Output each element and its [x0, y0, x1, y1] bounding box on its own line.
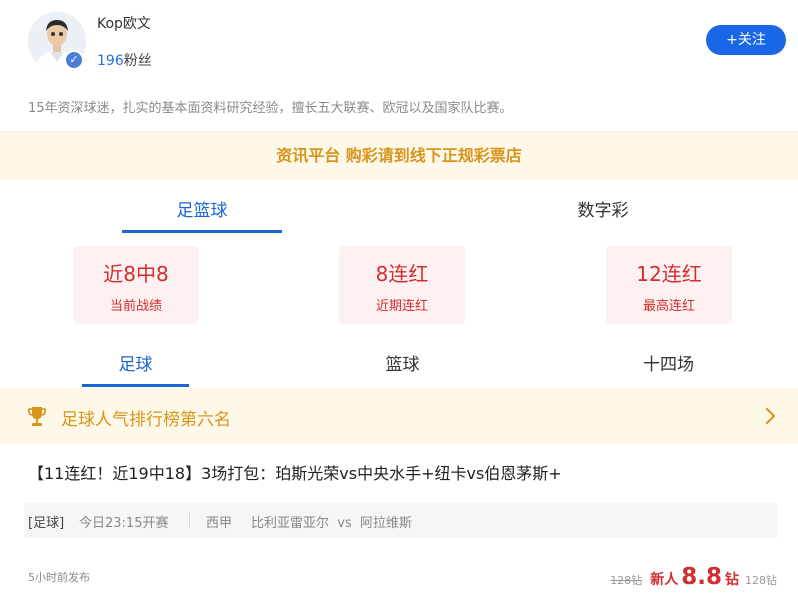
price-unit: 钻: [725, 572, 739, 588]
tab-football-basketball[interactable]: 足篮球: [122, 196, 282, 221]
author-name[interactable]: Kop欧文: [97, 13, 151, 33]
main-tab-indicator: [122, 230, 282, 233]
match-time: 今日23:15开赛: [79, 516, 169, 531]
sub-tab-indicator: [82, 384, 189, 387]
notice-banner: 资讯平台 购彩请到线下正规彩票店: [0, 132, 798, 180]
price-info[interactable]: 128钻 新人 8.8 钻 128钻: [610, 564, 777, 590]
trophy-icon: [27, 405, 47, 427]
newcomer-price: 8.8: [681, 564, 722, 590]
match-teams: 比利亚雷亚尔 vs 阿拉维斯: [251, 516, 412, 531]
fans-label: 粉丝: [123, 53, 152, 69]
tab-digital-lottery[interactable]: 数字彩: [523, 196, 683, 221]
stat-card-recent-streak: 8连红 近期连红: [339, 246, 465, 324]
follow-button[interactable]: +关注: [706, 25, 786, 55]
stat-card-best-streak: 12连红 最高连红: [606, 246, 732, 324]
match-divider: [189, 512, 190, 528]
match-category-tag: [足球]: [28, 516, 65, 531]
stat-value: 12连红: [636, 262, 702, 286]
chevron-right-icon[interactable]: [764, 406, 778, 426]
old-price: 128钻: [610, 574, 643, 587]
tab-football[interactable]: 足球: [82, 350, 189, 375]
author-bio: 15年资深球迷，扎实的基本面资料研究经验，擅长五大联赛、欧冠以及国家队比赛。: [28, 101, 513, 116]
stat-card-current-record: 近8中8 当前战绩: [73, 246, 199, 324]
original-price: 128钻: [745, 574, 777, 587]
verified-badge-icon: ✓: [64, 50, 84, 70]
newcomer-label: 新人: [650, 572, 679, 588]
stat-value: 8连红: [375, 262, 429, 286]
ranking-text: 足球人气排行榜第六名: [61, 410, 231, 430]
stat-label: 近期连红: [375, 299, 428, 314]
stat-label: 最高连红: [642, 299, 695, 314]
fans-count: 196粉丝: [97, 50, 152, 70]
posted-time: 5小时前发布: [28, 571, 90, 584]
tab-fourteen-matches[interactable]: 十四场: [615, 350, 722, 375]
stat-value: 近8中8: [103, 262, 169, 286]
tab-basketball[interactable]: 篮球: [349, 350, 456, 375]
article-title[interactable]: 【11连红！近19中18】3场打包：珀斯光荣vs中央水手+纽卡vs伯恩茅斯+: [28, 460, 562, 484]
fans-number: 196: [97, 53, 124, 69]
stat-label: 当前战绩: [109, 299, 162, 314]
match-league: 西甲: [206, 516, 233, 531]
